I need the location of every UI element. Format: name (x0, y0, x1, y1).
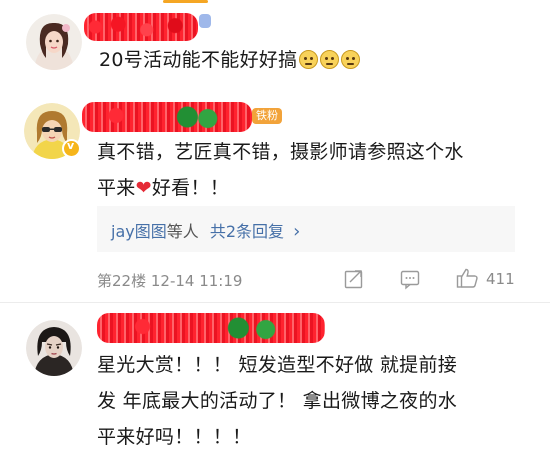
username-redacted-2[interactable] (82, 102, 252, 132)
comment-1-text: 20号活动能不能好好搞 (99, 42, 361, 78)
sad-emoji-icon (299, 50, 319, 69)
sad-emoji-icon (320, 50, 340, 69)
reply-user-link[interactable]: jay图图 (111, 222, 167, 241)
username-redacted-3[interactable] (97, 313, 325, 343)
reply-preview[interactable]: jay图图等人 共2条回复 › (97, 206, 515, 252)
comment-meta: 第22楼 12-14 11:19 (97, 272, 243, 290)
comment-2-line-2-start: 平来 (97, 177, 136, 199)
chevron-right-icon[interactable]: › (293, 221, 300, 242)
fan-badge: 铁粉 (252, 108, 282, 124)
username-redacted-1[interactable] (84, 13, 198, 41)
verified-badge-icon (62, 139, 81, 158)
comment-2-line-2: 平来❤好看！！ (97, 170, 464, 206)
like-count: 411 (486, 270, 515, 288)
comment-1-body: 20号活动能不能好好搞 (99, 49, 298, 71)
reply-others: 等人 (166, 222, 199, 241)
comment-icon[interactable] (399, 268, 421, 290)
sad-emoji-icon (341, 50, 361, 69)
comment-divider (0, 302, 550, 303)
avatar-image (26, 320, 82, 376)
top-tab-indicator (163, 0, 208, 3)
comment-2-line-1: 真不错，艺匠真不错，摄影师请参照这个水 (97, 141, 464, 163)
comment-2-text: 真不错，艺匠真不错，摄影师请参照这个水 平来❤好看！！ (97, 134, 464, 206)
comment-3-text: 星光大赏！！！ 短发造型不好做 就提前接 发 年底最大的活动了！ 拿出微博之夜的… (97, 347, 457, 455)
view-replies-link[interactable]: 共2条回复 (210, 222, 284, 241)
comment-3-line-1: 星光大赏！！！ 短发造型不好做 就提前接 (97, 354, 458, 376)
comment-2-line-2-end: 好看！！ (151, 177, 230, 199)
reply-summary[interactable]: jay图图等人 共2条回复 › (111, 218, 300, 242)
heart-icon: ❤ (135, 177, 152, 199)
thumbs-up-icon[interactable] (456, 267, 480, 289)
share-icon[interactable] (343, 268, 365, 290)
avatar-user-1[interactable] (26, 14, 82, 70)
user-badge-1 (199, 14, 211, 28)
avatar-image (26, 14, 82, 70)
comment-3-line-2: 发 年底最大的活动了！ 拿出微博之夜的水 (97, 390, 458, 412)
avatar-user-3[interactable] (26, 320, 82, 376)
